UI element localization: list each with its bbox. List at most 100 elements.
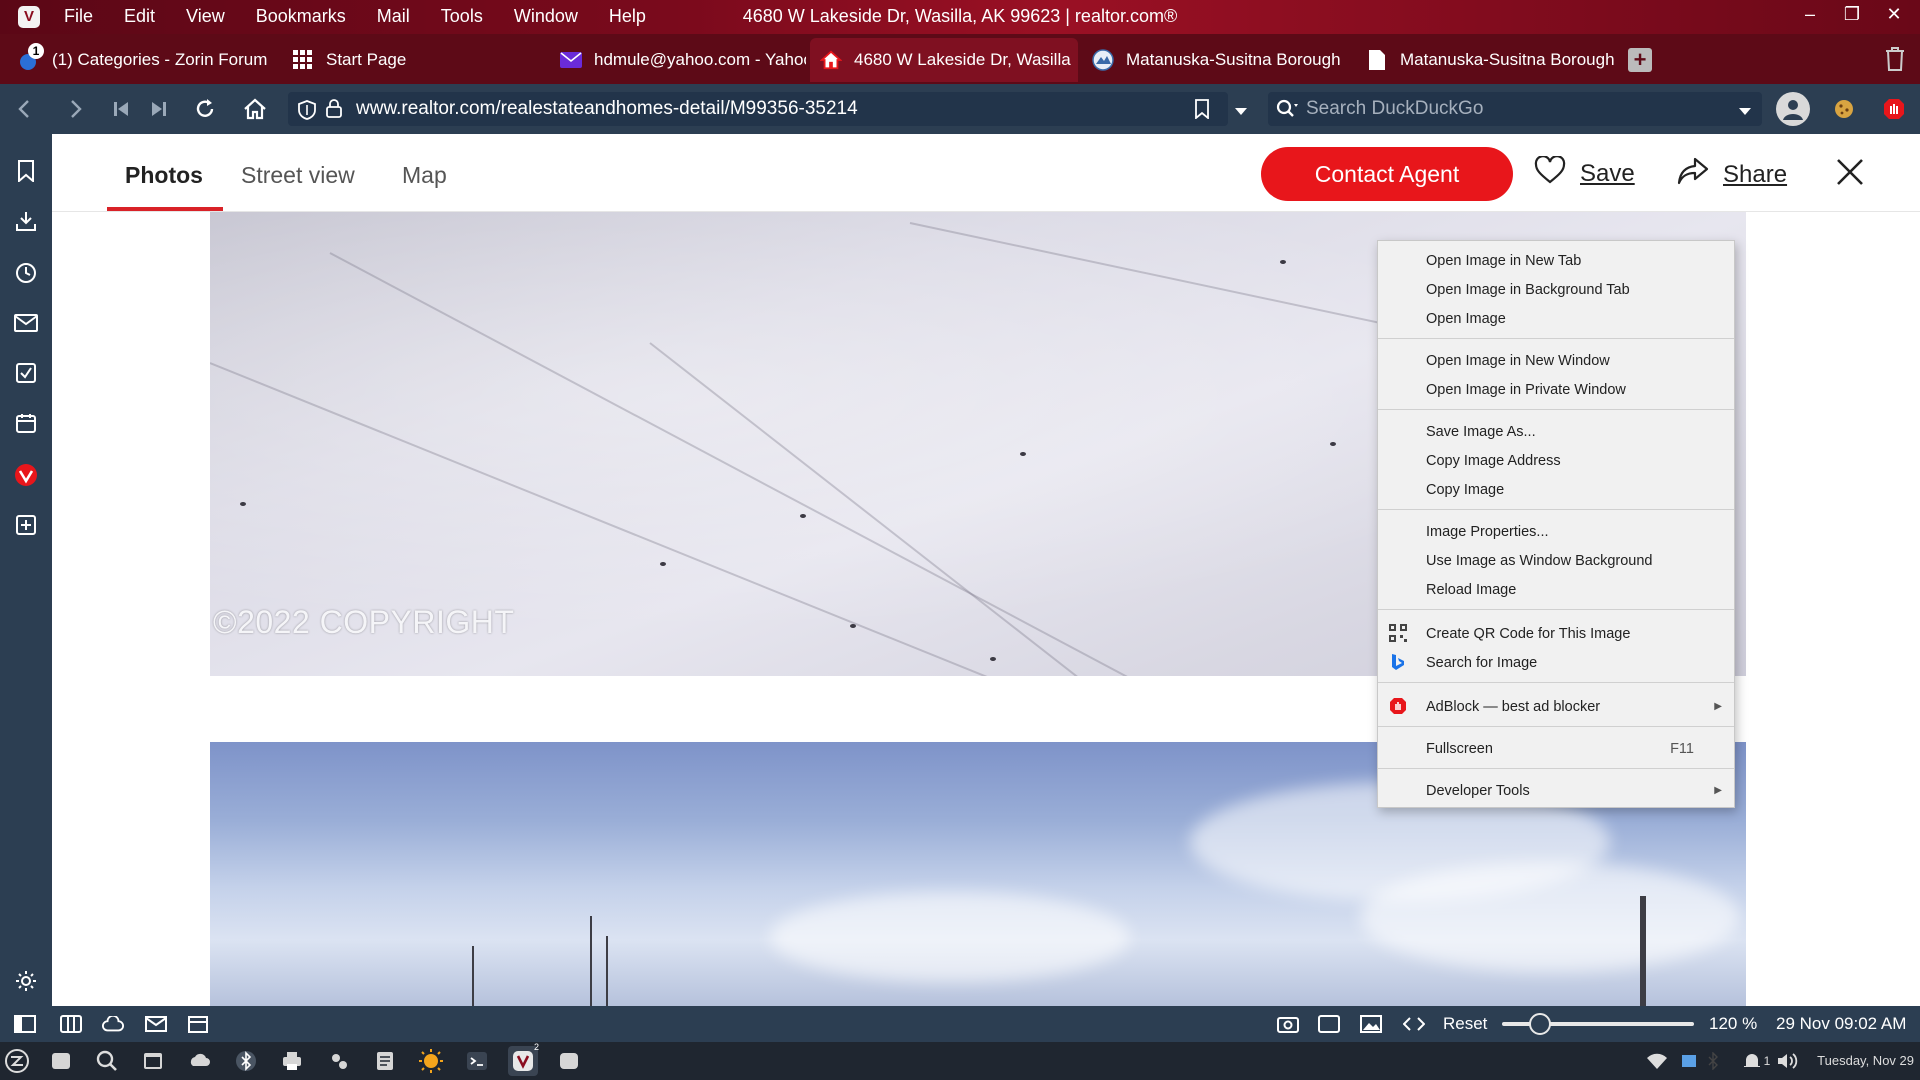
- terminal-app-icon[interactable]: [464, 1048, 490, 1074]
- menu-adblock[interactable]: AdBlock — best ad blocker ▶: [1426, 695, 1724, 719]
- menu-view[interactable]: View: [186, 6, 225, 27]
- shield-icon[interactable]: [298, 100, 316, 125]
- notification-bell-icon[interactable]: 1: [1736, 1048, 1776, 1074]
- menu-help[interactable]: Help: [609, 6, 646, 27]
- search-field[interactable]: [1268, 92, 1762, 126]
- text-editor-icon[interactable]: [372, 1048, 398, 1074]
- tab-street-view[interactable]: Street view: [241, 162, 355, 189]
- files-app-icon[interactable]: [48, 1048, 74, 1074]
- wifi-icon[interactable]: [1644, 1048, 1670, 1074]
- new-tab-button[interactable]: +: [1628, 48, 1652, 72]
- menu-file[interactable]: File: [64, 6, 93, 27]
- menu-edit[interactable]: Edit: [124, 6, 155, 27]
- menu-open-image-private-window[interactable]: Open Image in Private Window: [1426, 378, 1724, 402]
- forward-icon[interactable]: [62, 96, 88, 122]
- tab-yahoo-mail[interactable]: hdmule@yahoo.com - Yahoo: [550, 38, 806, 82]
- settings-app-icon[interactable]: [326, 1048, 352, 1074]
- vivaldi-logo-icon[interactable]: V: [18, 6, 40, 28]
- bluetooth-app-icon[interactable]: [233, 1048, 259, 1074]
- menu-open-image[interactable]: Open Image: [1426, 307, 1724, 331]
- back-icon[interactable]: [12, 96, 38, 122]
- bookmark-icon[interactable]: [1194, 99, 1210, 124]
- weather-sun-icon[interactable]: [418, 1048, 444, 1074]
- chat-app-icon[interactable]: [556, 1048, 582, 1074]
- taskbar-date[interactable]: Tuesday, Nov 29: [1817, 1053, 1914, 1068]
- downloads-panel-icon[interactable]: [13, 208, 39, 234]
- menu-copy-image-address[interactable]: Copy Image Address: [1426, 449, 1724, 473]
- restore-icon[interactable]: ❐: [1842, 4, 1862, 25]
- images-toggle-icon[interactable]: [1360, 1014, 1382, 1034]
- menu-create-qr-code[interactable]: Create QR Code for This Image: [1426, 622, 1724, 646]
- tab-map[interactable]: Map: [402, 162, 447, 189]
- history-panel-icon[interactable]: [13, 260, 39, 286]
- search-input[interactable]: [1306, 95, 1706, 123]
- search-app-icon[interactable]: [94, 1048, 120, 1074]
- page-actions-icon[interactable]: [1403, 1014, 1425, 1034]
- home-icon[interactable]: [242, 96, 268, 122]
- menu-bookmarks[interactable]: Bookmarks: [256, 6, 346, 27]
- drive-app-icon[interactable]: [187, 1048, 213, 1074]
- profile-avatar-icon[interactable]: [1776, 92, 1810, 126]
- cookie-icon[interactable]: [1831, 96, 1857, 122]
- mail-panel-icon[interactable]: [13, 310, 39, 336]
- printer-app-icon[interactable]: [279, 1048, 305, 1074]
- page-tiling-icon[interactable]: [1318, 1014, 1340, 1034]
- menu-tools[interactable]: Tools: [441, 6, 483, 27]
- screenshot-icon[interactable]: [1277, 1014, 1299, 1034]
- menu-search-for-image[interactable]: Search for Image: [1426, 651, 1724, 675]
- tab-realtor-listing[interactable]: 4680 W Lakeside Dr, Wasilla: [810, 38, 1078, 82]
- rewind-icon[interactable]: [108, 96, 134, 122]
- search-engine-icon[interactable]: [1276, 99, 1300, 124]
- menu-open-image-new-window[interactable]: Open Image in New Window: [1426, 349, 1724, 373]
- sync-cloud-icon[interactable]: [102, 1014, 124, 1034]
- tab-zorin-forum[interactable]: 1 (1) Categories - Zorin Forum: [8, 38, 270, 82]
- network-display-icon[interactable]: [1676, 1048, 1702, 1074]
- url-field[interactable]: www.realtor.com/realestateandhomes-detai…: [288, 92, 1247, 126]
- menu-developer-tools[interactable]: Developer Tools ▶: [1426, 779, 1724, 803]
- search-dropdown-icon[interactable]: [1738, 104, 1752, 122]
- calendar-panel-icon[interactable]: [13, 410, 39, 436]
- tab-borough-2[interactable]: Matanuska-Susitna Borough: [1356, 38, 1624, 82]
- save-button[interactable]: Save: [1534, 155, 1635, 191]
- share-button[interactable]: Share: [1677, 156, 1787, 193]
- bluetooth-tray-icon[interactable]: [1700, 1048, 1726, 1074]
- trash-icon[interactable]: [1884, 46, 1906, 72]
- zoom-reset-button[interactable]: Reset: [1443, 1014, 1487, 1034]
- menu-use-image-as-background[interactable]: Use Image as Window Background: [1426, 549, 1724, 573]
- bookmarks-panel-icon[interactable]: [13, 158, 39, 184]
- close-window-icon[interactable]: ✕: [1884, 4, 1904, 25]
- contact-agent-button[interactable]: Contact Agent: [1261, 147, 1513, 201]
- status-calendar-icon[interactable]: [187, 1014, 209, 1034]
- tab-photos[interactable]: Photos: [125, 162, 203, 189]
- url-text[interactable]: www.realtor.com/realestateandhomes-detai…: [356, 98, 858, 120]
- adblock-icon[interactable]: [1881, 96, 1907, 122]
- menu-mail[interactable]: Mail: [377, 6, 410, 27]
- tab-borough-1[interactable]: Matanuska-Susitna Borough: [1082, 38, 1350, 82]
- tab-tiling-icon[interactable]: [60, 1014, 82, 1034]
- vivaldi-panel-icon[interactable]: [13, 462, 39, 488]
- status-clock[interactable]: 29 Nov 09:02 AM: [1776, 1014, 1906, 1034]
- menu-reload-image[interactable]: Reload Image: [1426, 578, 1724, 602]
- vivaldi-app-icon[interactable]: 2: [508, 1042, 539, 1076]
- chevron-down-icon[interactable]: [1234, 104, 1248, 122]
- zoom-slider-handle[interactable]: [1529, 1013, 1552, 1035]
- menu-open-image-new-tab[interactable]: Open Image in New Tab: [1426, 249, 1724, 273]
- menu-image-properties[interactable]: Image Properties...: [1426, 520, 1724, 544]
- menu-window[interactable]: Window: [514, 6, 578, 27]
- menu-save-image-as[interactable]: Save Image As...: [1426, 420, 1724, 444]
- volume-icon[interactable]: [1774, 1048, 1800, 1074]
- close-viewer-icon[interactable]: [1832, 154, 1868, 190]
- lock-icon[interactable]: [326, 98, 342, 123]
- status-mail-icon[interactable]: [145, 1014, 167, 1034]
- panel-toggle-icon[interactable]: [14, 1014, 36, 1034]
- settings-gear-icon[interactable]: [13, 968, 39, 994]
- zorin-menu-icon[interactable]: [4, 1048, 30, 1074]
- tasks-panel-icon[interactable]: [13, 360, 39, 386]
- add-panel-icon[interactable]: [13, 512, 39, 538]
- tab-start-page[interactable]: Start Page: [282, 38, 532, 82]
- menu-copy-image[interactable]: Copy Image: [1426, 478, 1724, 502]
- reload-icon[interactable]: [192, 96, 218, 122]
- minimize-icon[interactable]: –: [1800, 4, 1820, 25]
- fast-forward-icon[interactable]: [146, 96, 172, 122]
- terminal-window-icon[interactable]: [140, 1048, 166, 1074]
